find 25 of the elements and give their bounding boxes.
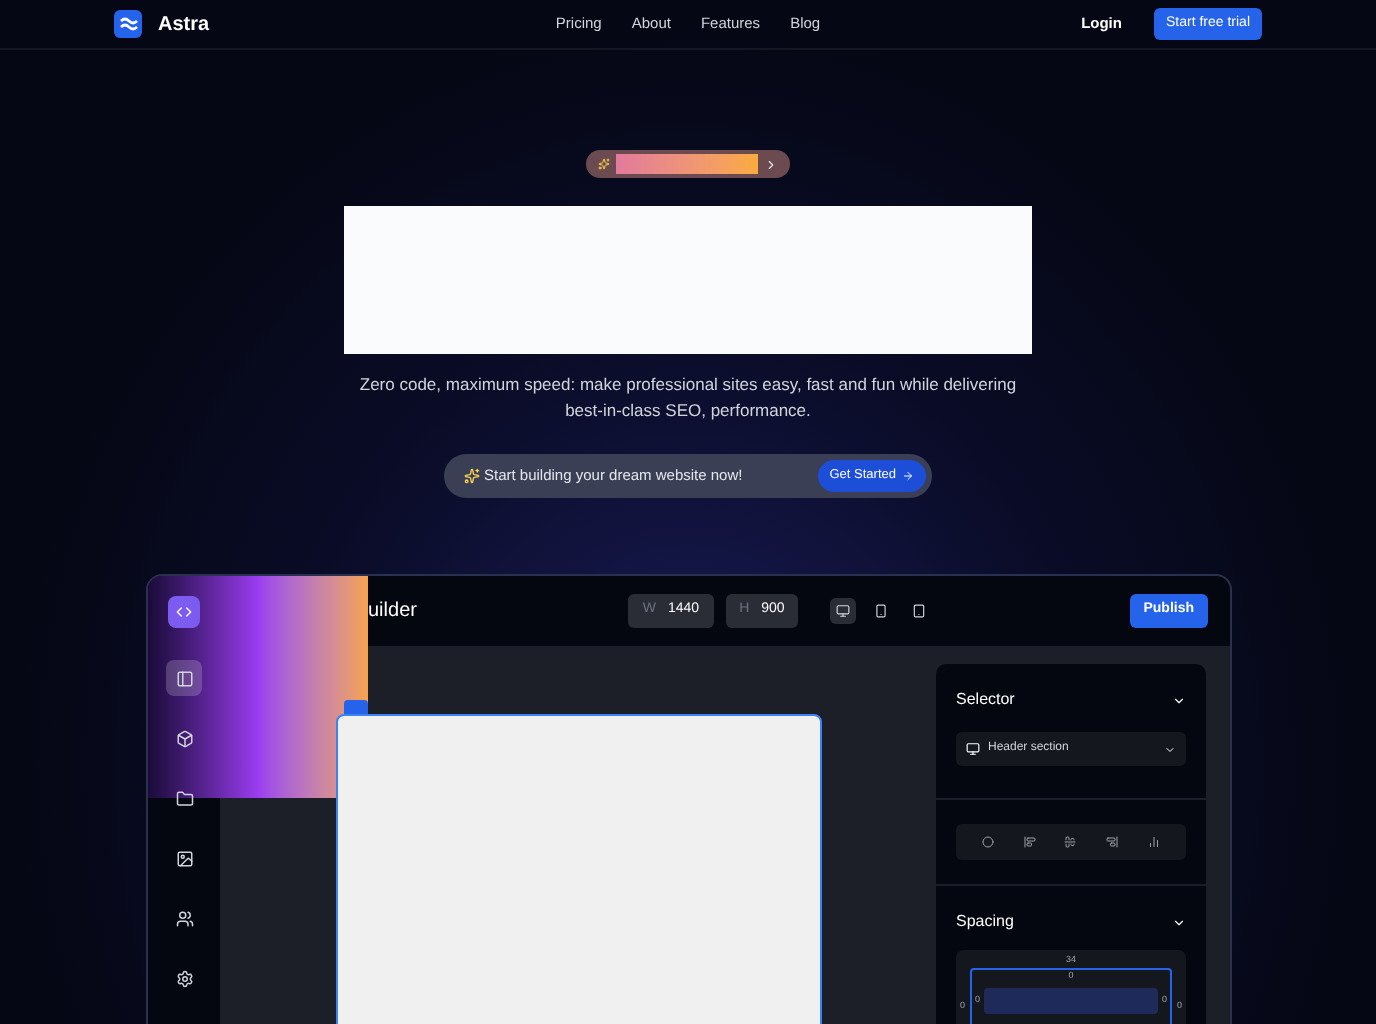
hero-subtitle: Zero code, maximum speed: make professional sites easy, fast and fun while delivering best-in-class SEO, performance. xyxy=(358,372,1018,424)
section-title: Selector xyxy=(956,688,1015,712)
code-logo-icon xyxy=(168,596,200,628)
arrow-right-icon xyxy=(902,470,914,482)
gradient-block xyxy=(616,154,758,174)
section-title: Spacing xyxy=(956,910,1014,934)
align-left-icon[interactable] xyxy=(1023,836,1036,848)
panel-icon[interactable] xyxy=(166,660,202,696)
align-bottom-icon[interactable] xyxy=(1147,836,1160,848)
announcement-pill[interactable] xyxy=(586,150,790,178)
chevron-down-icon[interactable] xyxy=(1172,915,1186,929)
circle-icon[interactable] xyxy=(982,836,995,848)
chevron-down-icon[interactable] xyxy=(1172,693,1186,707)
monitor-icon[interactable] xyxy=(830,598,857,624)
align-top-icon[interactable] xyxy=(1064,836,1077,848)
sparkle-icon xyxy=(464,468,480,484)
builder-title: uilder xyxy=(366,598,419,626)
align-right-icon[interactable] xyxy=(1106,836,1119,848)
logo-icon xyxy=(114,10,142,38)
brand-name: Astra xyxy=(158,11,210,39)
chevron-down-icon xyxy=(1164,743,1176,755)
canvas-tag xyxy=(344,700,368,714)
chevron-right-icon xyxy=(764,157,778,171)
monitor-icon xyxy=(966,742,980,756)
sparkle-icon xyxy=(598,158,610,170)
